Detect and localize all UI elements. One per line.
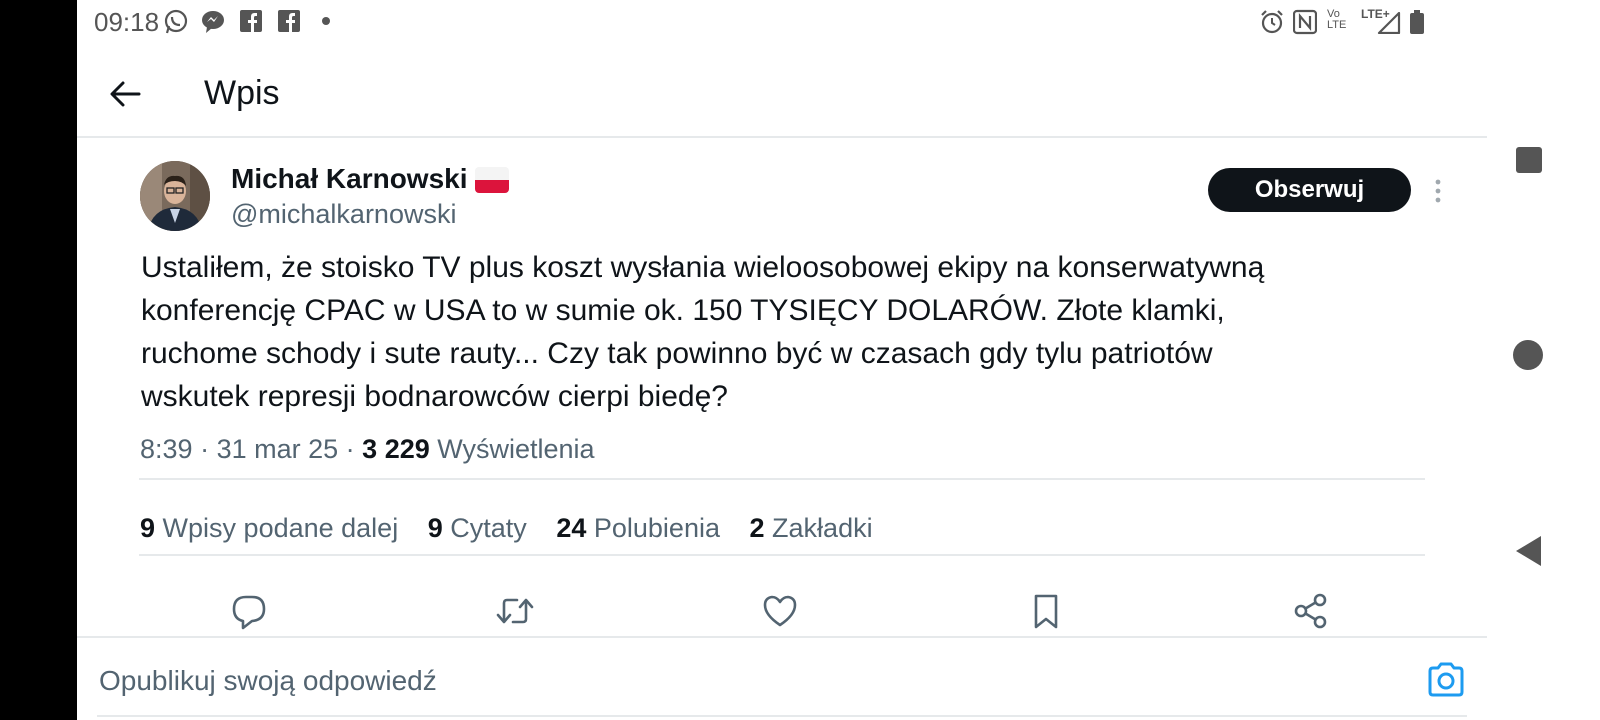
like-icon[interactable] [760,591,800,631]
author-name[interactable]: Michał Karnowski [231,163,468,195]
stat-bookmarks[interactable]: 2 Zakładki [750,513,873,544]
views-count: 3 229 [362,434,430,464]
messenger-icon [202,11,224,33]
camera-icon[interactable] [1425,660,1467,700]
recents-button[interactable] [1514,145,1544,175]
tweet-date[interactable]: 31 mar 25 [217,434,339,464]
whatsapp-icon [164,9,188,34]
stat-count: 9 [140,513,156,543]
stat-quotes[interactable]: 9 Cytaty [428,513,527,544]
stat-likes[interactable]: 24 Polubienia [556,513,720,544]
stat-retweets[interactable]: 9 Wpisy podane dalej [140,513,398,544]
meta-separator: · [200,434,217,464]
page-title: Wpis [204,74,280,112]
stat-count: 9 [427,513,443,543]
facebook-icon [240,10,262,32]
meta-divider [139,478,1425,480]
page-header: Wpis [77,60,1517,140]
stat-label: Polubienia [593,513,720,543]
nfc-icon [1293,9,1317,35]
battery-icon [1410,10,1424,34]
retweet-icon[interactable] [495,591,535,631]
reply-icon[interactable] [229,591,269,631]
stat-label: Cytaty [450,513,527,543]
status-time: 09:18 [94,7,160,37]
bookmark-icon[interactable] [1026,591,1066,631]
home-button[interactable] [1512,339,1544,371]
header-divider [77,136,1487,138]
signal-icon [1377,12,1401,34]
alarm-icon [1261,10,1283,34]
status-bar: 09:18 Vo LTE LTE+ [77,0,1517,44]
volte-label: Vo LTE [1327,8,1347,31]
back-button[interactable] [1514,534,1544,568]
reply-input[interactable] [97,660,1401,702]
more-options-icon[interactable] [1432,178,1444,204]
engagement-stats: 9 Wpisy podane dalej 9 Cytaty 24 Polubie… [140,513,895,544]
avatar[interactable] [140,161,210,231]
meta-separator: · [345,434,363,464]
dot-icon [322,17,330,25]
back-arrow-icon[interactable] [105,74,145,114]
stats-divider [139,554,1425,556]
follow-button[interactable]: Obserwuj [1208,168,1411,212]
tweet-time[interactable]: 8:39 [140,434,193,464]
avatar-image [140,161,210,231]
tweet-meta: 8:39 · 31 mar 25 · 3 229 Wyświetlenia [140,434,595,465]
stat-label: Zakładki [772,513,873,543]
tweet-text: Ustaliłem, że stoisko TV plus koszt wysł… [141,251,1265,413]
stat-count: 24 [556,513,587,543]
author-handle[interactable]: @michalkarnowski [231,199,456,230]
stat-count: 2 [749,513,765,543]
views-label: Wyświetlenia [437,434,595,464]
stat-label: Wpisy podane dalej [162,513,399,543]
share-icon[interactable] [1291,591,1331,631]
reply-bar [77,636,1517,720]
system-nav-bar [1513,0,1600,720]
reply-underline [97,715,1467,717]
facebook-icon [278,10,300,32]
app-screen: 09:18 Vo LTE LTE+ Wpis Michał Karnowski … [77,0,1517,720]
poland-flag-icon [475,167,509,193]
